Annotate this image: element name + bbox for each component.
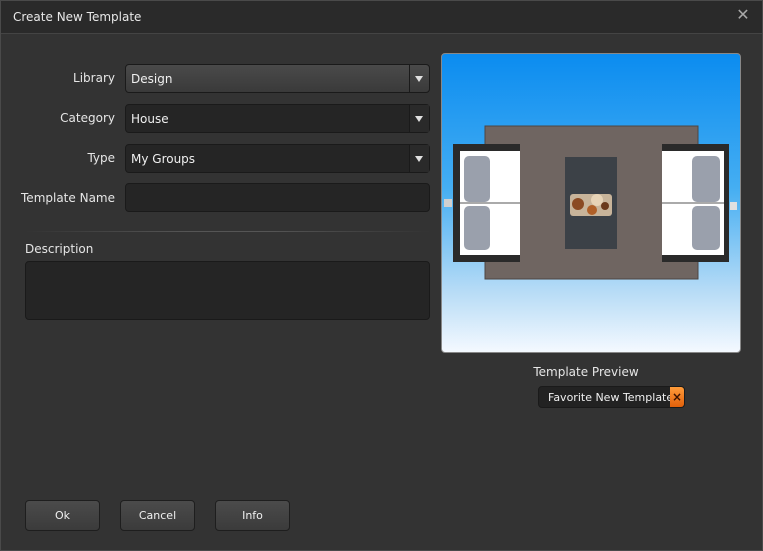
category-value: House [131,112,169,126]
close-icon[interactable]: ✕ [734,6,752,24]
category-label: Category [60,111,115,125]
chevron-down-icon[interactable] [409,105,429,132]
favorite-new-template-button[interactable]: Favorite New Template × [538,386,685,408]
type-label: Type [87,151,115,165]
template-preview-caption: Template Preview [533,365,639,379]
info-button[interactable]: Info [215,500,290,531]
library-select[interactable]: Design [125,64,430,93]
ok-button[interactable]: Ok [25,500,100,531]
title-bar: Create New Template ✕ [1,1,762,34]
type-value: My Groups [131,152,196,166]
library-value: Design [131,72,173,86]
divider [25,231,430,232]
create-template-dialog: Create New Template ✕ Library Design Cat… [0,0,763,551]
cancel-button[interactable]: Cancel [120,500,195,531]
description-input[interactable] [25,261,430,320]
chevron-down-icon[interactable] [409,145,429,172]
library-label: Library [73,71,115,85]
type-select[interactable]: My Groups [125,144,430,173]
room-layout-render [444,125,737,280]
dialog-title: Create New Template [13,10,142,24]
close-icon[interactable]: × [670,387,684,407]
chevron-down-icon[interactable] [409,65,429,92]
template-name-label: Template Name [21,191,115,205]
category-select[interactable]: House [125,104,430,133]
favorite-label: Favorite New Template [548,391,674,404]
template-name-input[interactable] [125,183,430,212]
template-preview-image [441,53,741,353]
description-label: Description [25,242,94,256]
